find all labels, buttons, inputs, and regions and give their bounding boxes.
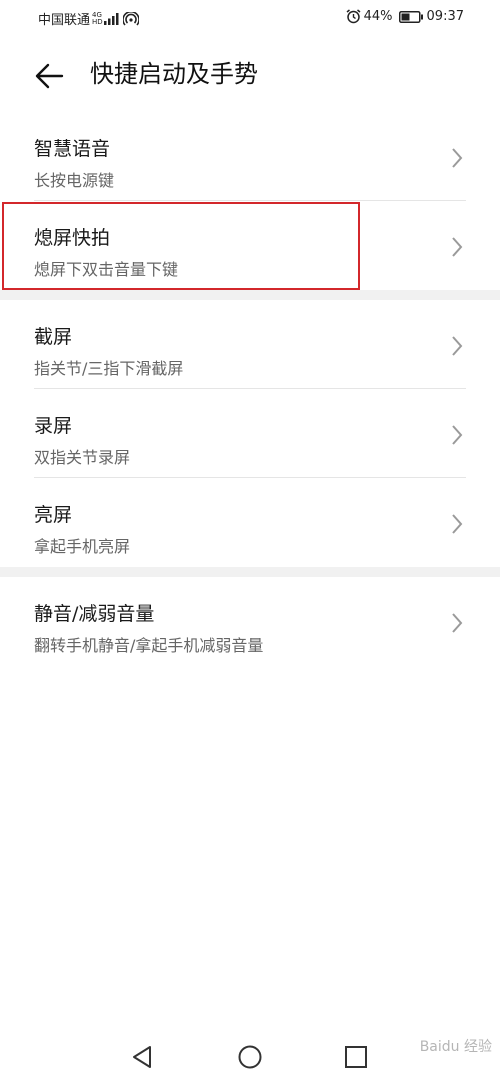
chevron-right-icon <box>452 613 463 633</box>
alarm-icon <box>346 9 361 24</box>
watermark: Baidu 经验 <box>419 1039 492 1055</box>
nav-back-button[interactable] <box>128 1042 158 1072</box>
item-subtitle: 长按电源键 <box>34 171 115 190</box>
list-item-screen-off-snapshot[interactable]: 熄屏快拍 熄屏下双击音量下键 <box>0 201 500 290</box>
circle-home-icon <box>238 1045 262 1069</box>
section-gap <box>0 567 500 577</box>
list-item-smart-voice[interactable]: 智慧语音 长按电源键 <box>0 112 500 201</box>
item-title: 智慧语音 <box>34 138 111 160</box>
list-item-screenshot[interactable]: 截屏 指关节/三指下滑截屏 <box>0 300 500 389</box>
network-type: 4G HD <box>92 11 103 26</box>
status-bar: 中国联通 4G HD 44% 09:37 <box>0 0 500 36</box>
back-button[interactable] <box>32 58 68 94</box>
item-subtitle: 双指关节录屏 <box>34 448 131 467</box>
nav-home-button[interactable] <box>235 1042 265 1072</box>
nav-recents-button[interactable] <box>341 1042 371 1072</box>
settings-group-3: 静音/减弱音量 翻转手机静音/拿起手机减弱音量 <box>0 577 500 666</box>
item-title: 静音/减弱音量 <box>34 603 155 625</box>
network-type-hd: HD <box>92 17 103 26</box>
item-title: 录屏 <box>34 415 73 437</box>
list-item-wake-screen[interactable]: 亮屏 拿起手机亮屏 <box>0 478 500 567</box>
carrier-label: 中国联通 <box>38 13 91 28</box>
item-subtitle: 熄屏下双击音量下键 <box>34 260 179 279</box>
chevron-right-icon <box>452 237 463 257</box>
chevron-right-icon <box>452 425 463 445</box>
signal-icon <box>103 13 119 25</box>
page-header: 快捷启动及手势 <box>0 48 500 104</box>
list-item-screen-record[interactable]: 录屏 双指关节录屏 <box>0 389 500 478</box>
settings-group-1: 智慧语音 长按电源键 熄屏快拍 熄屏下双击音量下键 <box>0 112 500 290</box>
clock: 09:37 <box>426 9 464 24</box>
battery-icon <box>398 10 423 23</box>
item-title: 截屏 <box>34 326 73 348</box>
item-subtitle: 指关节/三指下滑截屏 <box>34 359 184 378</box>
battery-percent: 44% <box>363 9 393 24</box>
item-title: 亮屏 <box>34 504 73 526</box>
chevron-right-icon <box>452 336 463 356</box>
chevron-right-icon <box>452 148 463 168</box>
page-title: 快捷启动及手势 <box>90 60 258 88</box>
back-arrow-icon <box>35 63 64 89</box>
triangle-back-icon <box>133 1046 151 1068</box>
section-gap <box>0 290 500 300</box>
settings-group-2: 截屏 指关节/三指下滑截屏 录屏 双指关节录屏 亮屏 拿起手机亮屏 <box>0 300 500 567</box>
item-title: 熄屏快拍 <box>34 227 111 249</box>
square-recents-icon <box>345 1046 367 1068</box>
item-subtitle: 翻转手机静音/拿起手机减弱音量 <box>34 636 264 655</box>
hotspot-icon <box>122 11 139 26</box>
item-subtitle: 拿起手机亮屏 <box>34 537 131 556</box>
chevron-right-icon <box>452 514 463 534</box>
list-item-mute-reduce-volume[interactable]: 静音/减弱音量 翻转手机静音/拿起手机减弱音量 <box>0 577 500 666</box>
